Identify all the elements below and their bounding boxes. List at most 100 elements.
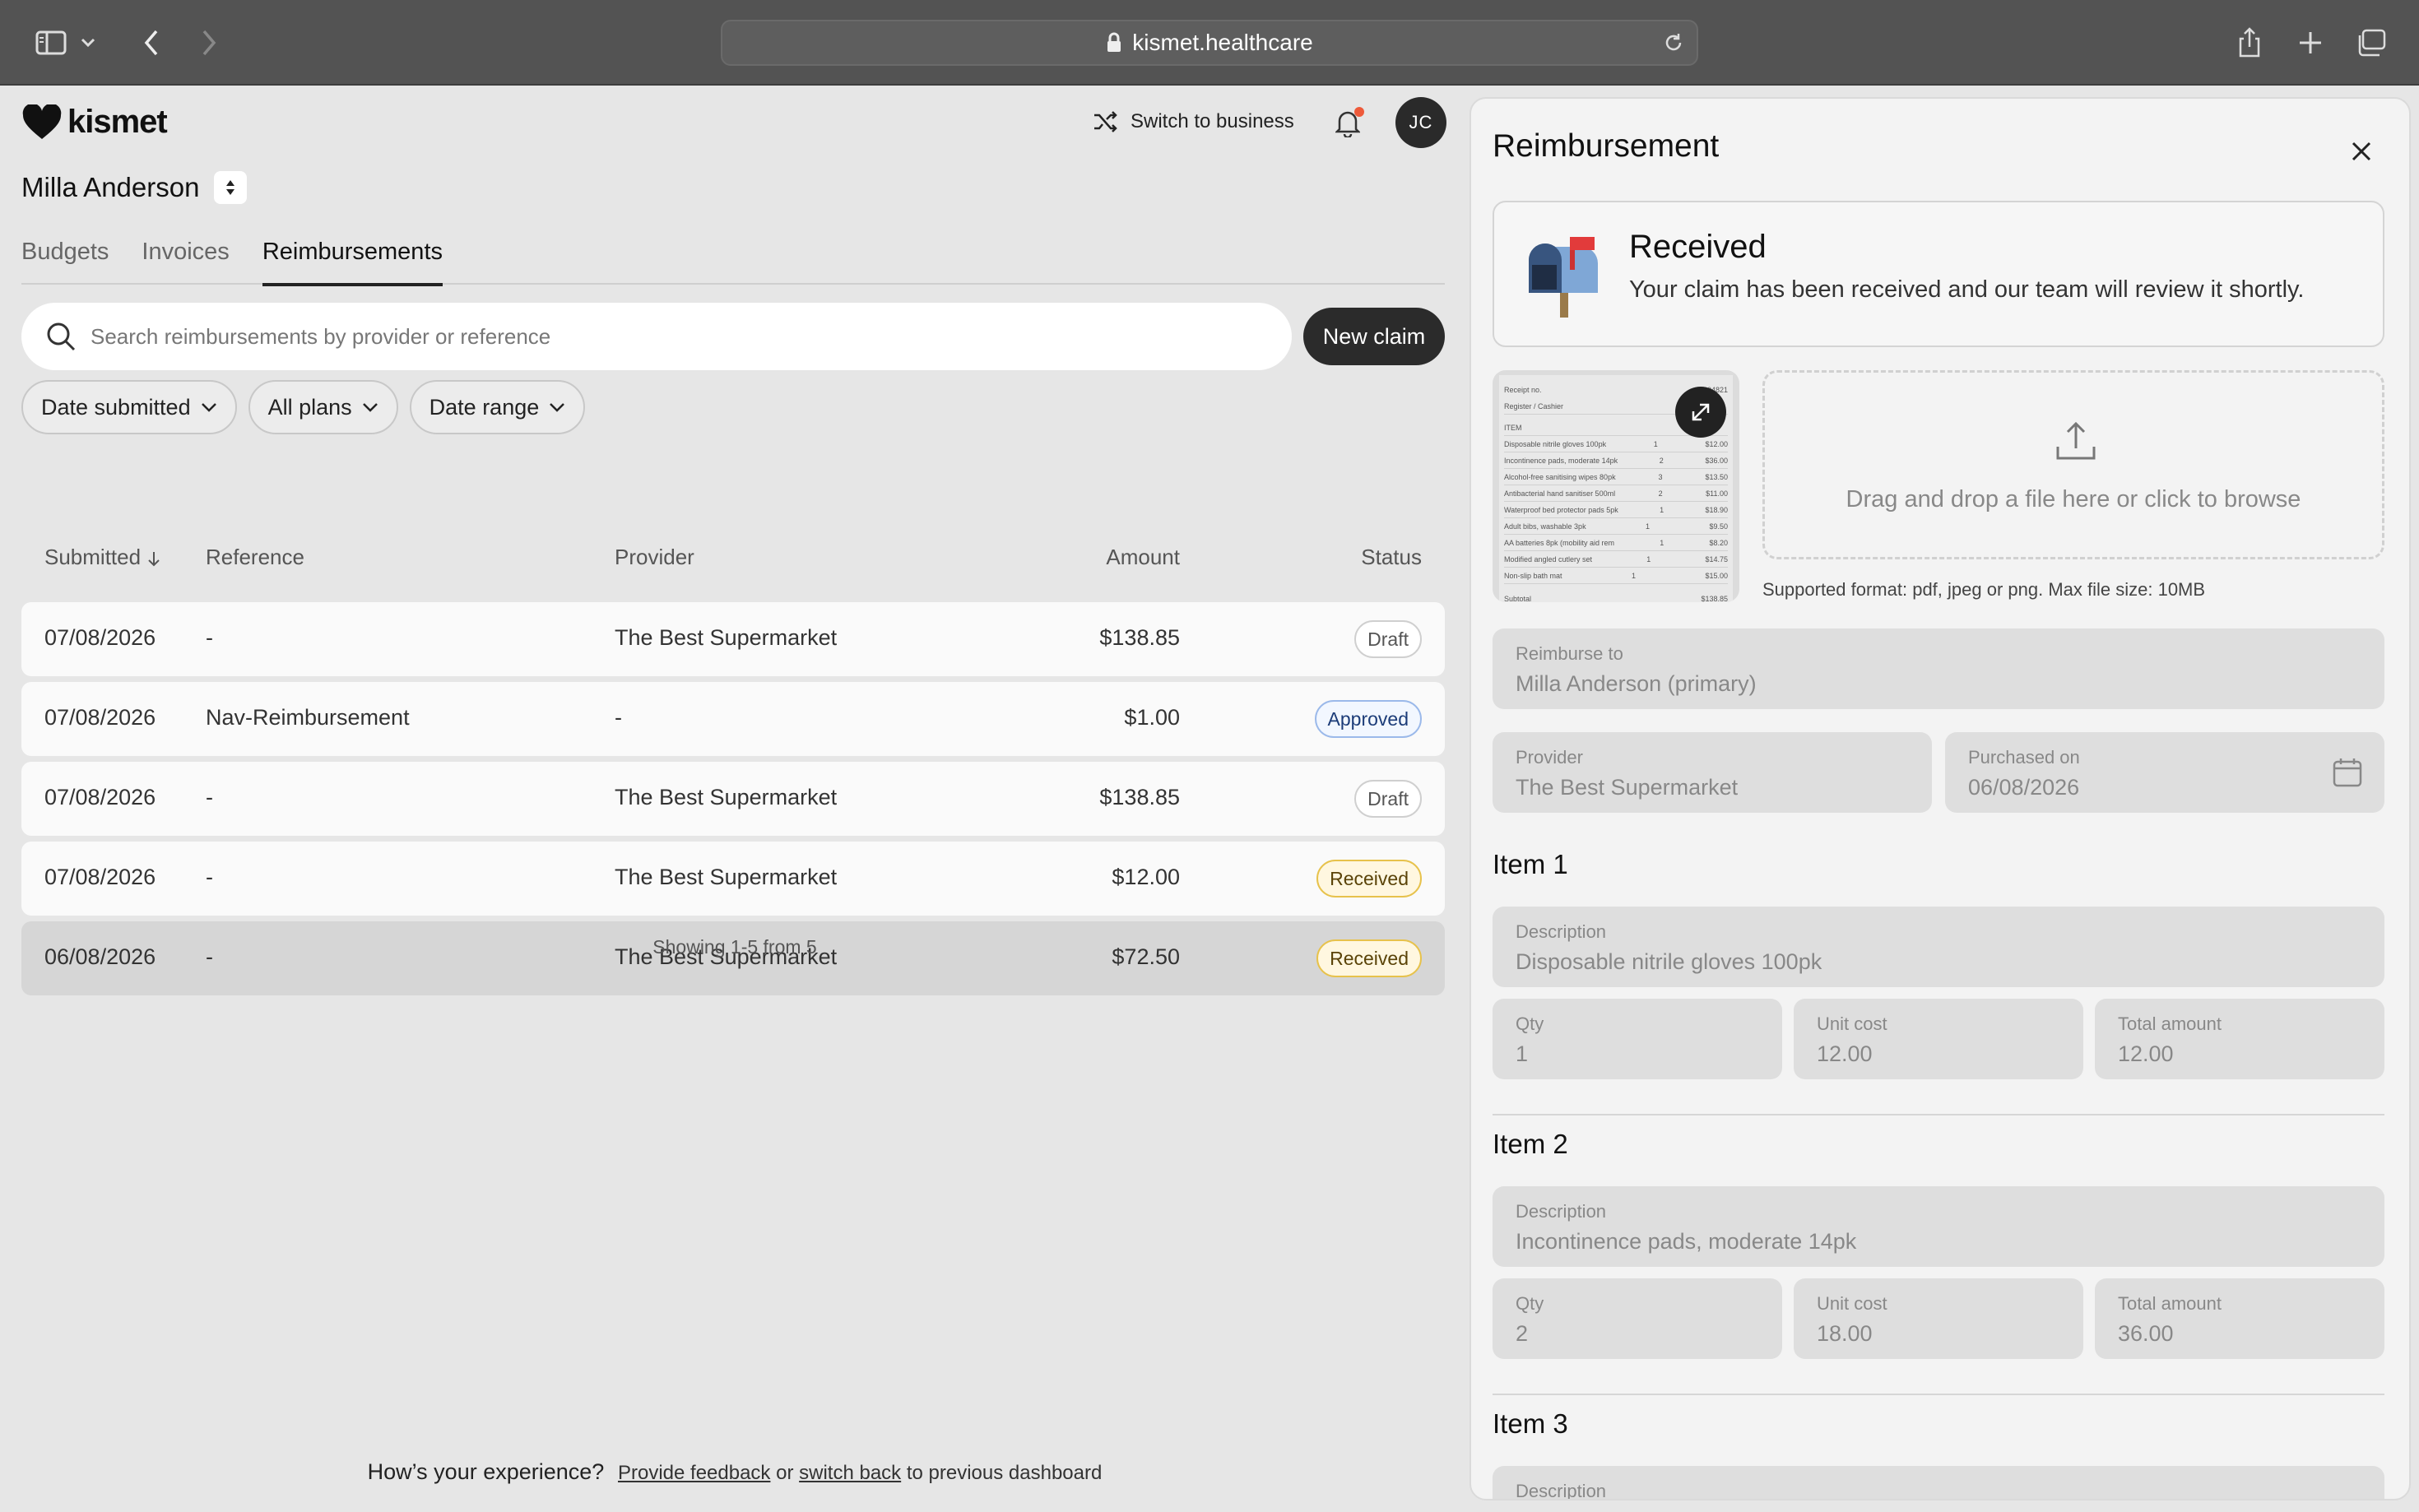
- receipt-price: $18.90: [1705, 505, 1728, 514]
- chevron-down-icon[interactable]: [76, 21, 100, 64]
- switch-back-link[interactable]: switch back: [799, 1462, 901, 1484]
- share-icon[interactable]: [2228, 21, 2271, 64]
- item-description-field[interactable]: Description Incontinence pads, moderate …: [1493, 1186, 2384, 1267]
- table-row[interactable]: 07/08/2026 - The Best Supermarket $138.8…: [21, 602, 1445, 676]
- mailbox-icon: [1522, 235, 1604, 325]
- back-icon[interactable]: [130, 21, 173, 64]
- field-value: 36.00: [2118, 1321, 2174, 1346]
- tab-reimbursements[interactable]: Reimbursements: [262, 232, 443, 286]
- provider-field[interactable]: Provider The Best Supermarket: [1493, 732, 1932, 813]
- notification-dot: [1354, 107, 1364, 117]
- switch-label: Switch to business: [1131, 110, 1294, 132]
- kismet-logo[interactable]: kismet: [21, 104, 168, 141]
- receipt-qty: 1: [1646, 554, 1651, 564]
- divider: [1493, 1394, 2384, 1395]
- receipt-label: Receipt no.: [1504, 386, 1542, 394]
- field-value: 12.00: [1817, 1041, 1873, 1066]
- search-input[interactable]: [91, 323, 1242, 350]
- cell-reference: Nav-Reimbursement: [206, 705, 410, 730]
- receipt-price: $9.50: [1709, 522, 1728, 531]
- feedback-bar: How’s your experience? Provide feedback …: [0, 1459, 1470, 1485]
- shuffle-icon: [1094, 111, 1117, 132]
- close-icon[interactable]: [2343, 133, 2380, 169]
- receipt-line: Waterproof bed protector pads 5pk: [1504, 505, 1618, 514]
- status-card: Received Your claim has been received an…: [1493, 201, 2384, 347]
- switch-to-business-button[interactable]: Switch to business: [1093, 110, 1294, 133]
- file-dropzone[interactable]: Drag and drop a file here or click to br…: [1762, 370, 2384, 559]
- avatar[interactable]: JC: [1395, 97, 1446, 148]
- address-bar[interactable]: kismet.healthcare: [721, 20, 1698, 66]
- filter-date-range[interactable]: Date range: [409, 380, 586, 434]
- item-heading: Item 3: [1493, 1408, 1568, 1439]
- new-tab-icon[interactable]: [2289, 21, 2332, 64]
- receipt-qty: 1: [1632, 571, 1637, 580]
- item-description-field[interactable]: Description: [1493, 1466, 2384, 1500]
- item-total-field[interactable]: Total amount 36.00: [2095, 1278, 2384, 1359]
- item-qty-field[interactable]: Qty 1: [1493, 999, 1782, 1079]
- reimburse-to-field[interactable]: Reimburse to Milla Anderson (primary): [1493, 628, 2384, 709]
- column-submitted[interactable]: Submitted: [44, 545, 161, 570]
- calendar-icon[interactable]: [2332, 757, 2363, 792]
- expand-icon[interactable]: [1675, 387, 1726, 438]
- filter-all-plans[interactable]: All plans: [248, 380, 398, 434]
- field-value: Disposable nitrile gloves 100pk: [1516, 949, 1822, 974]
- receipt-line: Antibacterial hand sanitiser 500ml: [1504, 489, 1616, 498]
- field-label: Reimburse to: [1516, 643, 1623, 664]
- sidebar-toggle-icon[interactable]: [30, 21, 72, 64]
- cell-reference: -: [206, 625, 213, 650]
- item-total-field[interactable]: Total amount 12.00: [2095, 999, 2384, 1079]
- field-value: 1: [1516, 1041, 1529, 1066]
- field-label: Qty: [1516, 1293, 1544, 1314]
- table-row[interactable]: 07/08/2026 - The Best Supermarket $138.8…: [21, 762, 1445, 836]
- table-row-selected[interactable]: 06/08/2026 - The Best Supermarket $72.50…: [21, 921, 1445, 995]
- sort-arrow-down-icon: [148, 552, 160, 567]
- item-qty-field[interactable]: Qty 2: [1493, 1278, 1782, 1359]
- receipt-subtotal-label: Subtotal: [1504, 594, 1532, 603]
- receipt-line: Adult bibs, washable 3pk: [1504, 522, 1586, 531]
- tab-invoices[interactable]: Invoices: [142, 232, 229, 285]
- item-description-field[interactable]: Description Disposable nitrile gloves 10…: [1493, 907, 2384, 987]
- search-bar[interactable]: [21, 303, 1292, 370]
- search-icon: [47, 322, 76, 351]
- receipt-thumbnail[interactable]: Receipt no.0004821 Register / Cashier IT…: [1493, 370, 1739, 602]
- member-selector[interactable]: Milla Anderson: [21, 171, 248, 204]
- field-label: Description: [1516, 1481, 1607, 1500]
- lock-icon: [1106, 32, 1122, 53]
- divider: [1493, 1114, 2384, 1115]
- reload-icon[interactable]: [1662, 31, 1685, 60]
- forward-icon[interactable]: [188, 21, 230, 64]
- feedback-suffix: to previous dashboard: [906, 1462, 1103, 1484]
- browser-toolbar: kismet.healthcare: [0, 0, 2419, 86]
- new-claim-button[interactable]: New claim: [1303, 308, 1445, 365]
- column-label: Submitted: [44, 545, 142, 569]
- chevron-down-icon: [362, 403, 378, 412]
- receipt-price: $8.20: [1709, 538, 1728, 547]
- purchased-on-field[interactable]: Purchased on 06/08/2026: [1945, 732, 2384, 813]
- item-unit-cost-field[interactable]: Unit cost 18.00: [1794, 1278, 2083, 1359]
- field-label: Unit cost: [1817, 1293, 1887, 1314]
- heart-icon: [22, 104, 62, 139]
- table-row[interactable]: 07/08/2026 - The Best Supermarket $12.00…: [21, 842, 1445, 916]
- cell-submitted: 07/08/2026: [44, 705, 156, 730]
- filter-date-submitted[interactable]: Date submitted: [21, 380, 237, 434]
- tab-budgets[interactable]: Budgets: [21, 232, 109, 285]
- chevron-down-icon: [550, 403, 565, 412]
- main-dashboard: kismet Switch to business JC Milla Ander…: [0, 87, 1470, 1512]
- tab-overview-icon[interactable]: [2350, 21, 2393, 64]
- table-row[interactable]: 07/08/2026 Nav-Reimbursement - $1.00 App…: [21, 682, 1445, 756]
- provide-feedback-link[interactable]: Provide feedback: [618, 1462, 770, 1484]
- selector-arrows-icon[interactable]: [214, 171, 248, 204]
- field-value: Incontinence pads, moderate 14pk: [1516, 1229, 1857, 1254]
- receipt-qty: 1: [1646, 522, 1651, 531]
- column-provider: Provider: [615, 545, 694, 569]
- field-label: Unit cost: [1817, 1013, 1887, 1034]
- cell-amount: $12.00: [1112, 865, 1180, 889]
- panel-title: Reimbursement: [1493, 128, 1720, 164]
- receipt-line: Non-slip bath mat: [1504, 571, 1562, 580]
- filter-label: Date range: [429, 394, 540, 420]
- notifications-button[interactable]: [1330, 105, 1366, 141]
- receipt-col: ITEM: [1504, 423, 1522, 432]
- receipt-price: $15.00: [1705, 571, 1728, 580]
- column-status: Status: [1361, 545, 1422, 569]
- item-unit-cost-field[interactable]: Unit cost 12.00: [1794, 999, 2083, 1079]
